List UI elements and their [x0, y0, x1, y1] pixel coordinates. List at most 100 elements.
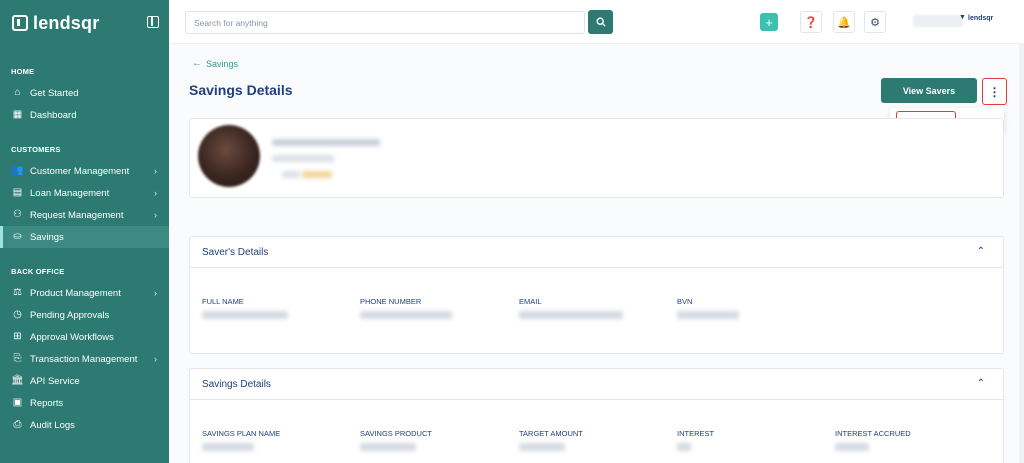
saver-tier-blurred [282, 171, 300, 178]
sidebar-item-transaction-management[interactable]: ⎘ Transaction Management › [0, 348, 169, 370]
help-icon: ❓ [804, 16, 818, 29]
caret-down-icon[interactable]: ▼ [959, 14, 966, 21]
field-value-target-blurred [519, 443, 565, 451]
savings-details-card: Savings Details ⌃ SAVINGS PLAN NAME SAVI… [189, 368, 1004, 463]
back-link[interactable]: ← Savings [192, 58, 238, 69]
sidebar-item-label: Transaction Management [30, 353, 138, 365]
report-icon: ▣ [12, 397, 23, 408]
field-label-full-name: FULL NAME [202, 297, 244, 306]
product-icon: ⚖ [13, 287, 22, 298]
search-button[interactable] [588, 10, 613, 34]
profile-name-blurred[interactable] [913, 15, 963, 27]
sidebar-item-customer-management[interactable]: 👥 Customer Management › [0, 160, 169, 182]
lendsqr-logo-icon [12, 15, 28, 31]
notifications-button[interactable]: 🔔 [833, 11, 855, 33]
back-link-label: Savings [206, 58, 239, 69]
profile-brand: lendsqr [968, 15, 994, 22]
section-home: HOME [11, 67, 35, 76]
audit-icon: ⎙ [13, 419, 22, 430]
field-label-bvn: BVN [677, 297, 693, 306]
field-label-interest: INTEREST [677, 429, 715, 438]
chevron-right-icon: › [154, 210, 157, 220]
help-button[interactable]: ❓ [800, 11, 822, 33]
workflow-icon: ⊞ [13, 331, 22, 342]
transaction-icon: ⎘ [13, 353, 22, 364]
sidebar-item-label: Loan Management [30, 187, 110, 199]
bell-icon: 🔔 [837, 16, 851, 29]
sidebar-item-label: Customer Management [30, 165, 130, 177]
field-label-savings-plan-name: SAVINGS PLAN NAME [202, 429, 281, 438]
field-value-phone-blurred [360, 311, 452, 319]
field-value-full-name-blurred [202, 311, 288, 319]
sidebar-item-approval-workflows[interactable]: ⊞ Approval Workflows [0, 326, 169, 348]
field-value-accrued-blurred [835, 443, 869, 451]
users-icon: 👥 [11, 165, 24, 176]
search-icon [595, 17, 605, 27]
savers-details-header[interactable]: Saver's Details ⌃ [190, 237, 1003, 268]
page-scrollbar[interactable] [1019, 44, 1024, 463]
saver-badge-blurred [302, 171, 332, 178]
more-options-button[interactable]: ⋮ [982, 78, 1007, 105]
field-label-email: EMAIL [519, 297, 542, 306]
search-input[interactable] [186, 12, 584, 33]
chevron-up-icon[interactable]: ⌃ [977, 246, 985, 257]
field-label-savings-product: SAVINGS PRODUCT [360, 429, 432, 438]
gear-icon: ⚙ [870, 16, 880, 29]
savers-details-card: Saver's Details ⌃ FULL NAME PHONE NUMBER… [189, 236, 1004, 354]
brand-logo[interactable]: lendsqr [12, 12, 99, 34]
sidebar-item-api-service[interactable]: 🏛 API Service [0, 370, 169, 392]
sidebar-item-label: Dashboard [30, 109, 77, 121]
loan-icon: ▤ [12, 187, 23, 198]
avatar [198, 125, 260, 187]
field-value-bvn-blurred [677, 311, 739, 319]
section-customers: CUSTOMERS [11, 145, 61, 154]
bank-icon: 🏛 [11, 375, 24, 386]
field-label-target-amount: TARGET AMOUNT [519, 429, 583, 438]
field-value-product-blurred [360, 443, 416, 451]
saver-profile-card [189, 118, 1004, 198]
savings-icon: ⛀ [13, 231, 22, 242]
add-button[interactable]: + [760, 13, 778, 31]
field-label-interest-accrued: INTEREST ACCRUED [835, 429, 911, 438]
top-bar: + ❓ 🔔 ⚙ ▼ lendsqr [169, 0, 1024, 44]
chevron-right-icon: › [154, 166, 157, 176]
saver-name-blurred [272, 139, 380, 146]
field-value-plan-name-blurred [202, 443, 254, 451]
dashboard-icon: ▦ [12, 109, 23, 120]
sidebar-item-label: Product Management [30, 287, 121, 299]
sidebar-item-label: Approval Workflows [30, 331, 114, 343]
field-value-interest-blurred [677, 443, 691, 451]
home-icon: ⌂ [14, 87, 21, 98]
sidebar-item-request-management[interactable]: ⚇ Request Management › [0, 204, 169, 226]
sidebar-item-pending-approvals[interactable]: ◷ Pending Approvals [0, 304, 169, 326]
sidebar-item-label: Reports [30, 397, 64, 409]
search-box [185, 11, 585, 34]
sidebar-item-label: Get Started [30, 87, 79, 99]
sidebar-collapse-icon[interactable] [147, 16, 159, 28]
savers-details-title: Saver's Details [202, 247, 269, 258]
brand-name: lendsqr [33, 12, 100, 33]
sidebar-item-reports[interactable]: ▣ Reports [0, 392, 169, 414]
sidebar-item-label: Request Management [30, 209, 124, 221]
sidebar-item-label: Savings [30, 231, 64, 243]
section-back-office: BACK OFFICE [11, 267, 65, 276]
sidebar-item-savings[interactable]: ⛀ Savings [0, 226, 169, 248]
clock-icon: ◷ [13, 309, 22, 320]
sidebar-item-label: API Service [30, 375, 80, 387]
sidebar-item-label: Pending Approvals [30, 309, 110, 321]
sidebar-item-loan-management[interactable]: ▤ Loan Management › [0, 182, 169, 204]
chevron-right-icon: › [154, 354, 157, 364]
arrow-left-icon: ← [192, 58, 202, 69]
sidebar-item-audit-logs[interactable]: ⎙ Audit Logs [0, 414, 169, 436]
savings-details-header[interactable]: Savings Details ⌃ [190, 369, 1003, 400]
chevron-right-icon: › [154, 188, 157, 198]
settings-button[interactable]: ⚙ [864, 11, 886, 33]
sidebar-item-product-management[interactable]: ⚖ Product Management › [0, 282, 169, 304]
sidebar-item-dashboard[interactable]: ▦ Dashboard [0, 104, 169, 126]
chevron-up-icon[interactable]: ⌃ [977, 378, 985, 389]
sidebar-item-get-started[interactable]: ⌂ Get Started [0, 82, 169, 104]
view-savers-button[interactable]: View Savers [881, 78, 977, 103]
field-label-phone-number: PHONE NUMBER [360, 297, 422, 306]
request-icon: ⚇ [13, 209, 22, 220]
plus-icon: + [765, 14, 773, 30]
